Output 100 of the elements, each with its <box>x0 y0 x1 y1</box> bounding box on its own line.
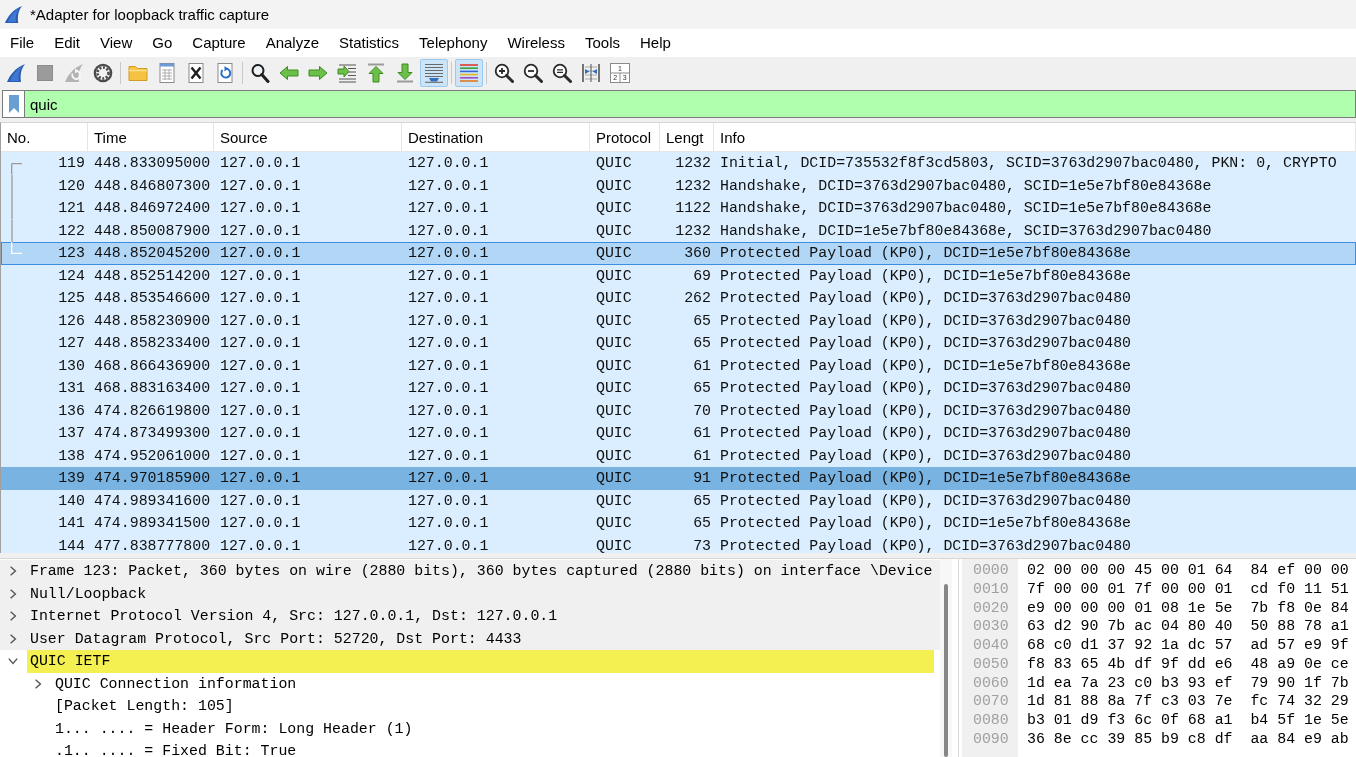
packet-row[interactable]: 138 474.952061000 127.0.0.1 127.0.0.1 QUIC 61 Protected Payload (KP0), DCID=3763d2907bac0480 <box>1 444 1356 467</box>
menu-item[interactable]: View <box>90 31 143 55</box>
packet-row[interactable]: 140 474.989341600 127.0.0.1 127.0.0.1 QUIC 65 Protected Payload (KP0), DCID=3763d2907bac0480 <box>1 489 1356 512</box>
packet-info: Protected Payload (KP0), DCID=1e5e7bf80e84368e <box>720 470 1132 486</box>
source-address: 127.0.0.1 <box>220 222 301 239</box>
packet-row[interactable]: 124 448.852514200 127.0.0.1 127.0.0.1 QUIC 69 Protected Payload (KP0), DCID=1e5e7bf80e84368e <box>1 264 1356 287</box>
source-address: 127.0.0.1 <box>220 267 301 284</box>
chevron-right-icon[interactable] <box>33 678 43 689</box>
bookmark-button[interactable] <box>2 90 24 118</box>
arrow-right-icon <box>308 63 328 83</box>
menu-item[interactable]: Statistics <box>329 31 410 55</box>
hex-bytes[interactable]: 36 8e cc 39 85 b9 c8 df <box>1027 729 1233 749</box>
protocol-name: QUIC <box>596 515 632 531</box>
protocol-name: QUIC <box>596 177 632 194</box>
hex-bytes[interactable]: 68 c0 d1 37 92 1a dc 57 <box>1027 636 1233 655</box>
column-header[interactable]: Lengt <box>660 123 714 151</box>
source-address: 127.0.0.1 <box>220 470 301 486</box>
menu-item[interactable]: Tools <box>574 31 630 55</box>
hex-bytes[interactable]: 02 00 00 00 45 00 01 64 <box>1027 561 1233 580</box>
tree-row[interactable]: .1.. .... = Fixed Bit: True <box>0 740 940 757</box>
tree-row[interactable]: User Datagram Protocol, Src Port: 52720, Dst Port: 4433 <box>0 627 940 650</box>
packet-row[interactable]: 126 448.858230900 127.0.0.1 127.0.0.1 QUIC 65 Protected Payload (KP0), DCID=3763d2907bac0480 <box>1 309 1356 332</box>
packet-row[interactable]: 125 448.853546600 127.0.0.1 127.0.0.1 QUIC 262 Protected Payload (KP0), DCID=3763d2907bac0480 <box>1 287 1356 310</box>
menu-item[interactable]: Telephony <box>409 31 498 55</box>
column-header[interactable]: Source <box>214 123 402 151</box>
chevron-right-icon[interactable] <box>8 611 18 622</box>
packet-row[interactable]: 131 468.883163400 127.0.0.1 127.0.0.1 QUIC 65 Protected Payload (KP0), DCID=3763d2907bac0480 <box>1 377 1356 400</box>
hex-bytes[interactable]: ad 57 e9 9f <box>1250 636 1349 655</box>
column-header[interactable]: Protocol <box>590 123 660 151</box>
timestamp: 448.846972400 <box>94 200 211 216</box>
chevron-right-icon[interactable] <box>8 566 18 577</box>
packet-row[interactable]: 127 448.858233400 127.0.0.1 127.0.0.1 QUIC 65 Protected Payload (KP0), DCID=3763d2907bac0480 <box>1 332 1356 355</box>
striped-lines-icon <box>459 63 479 83</box>
tree-label: Null/Loopback <box>29 584 147 604</box>
hex-bytes[interactable]: fc 74 32 29 <box>1250 692 1349 711</box>
tree-label: 1... .... = Header Form: Long Header (1) <box>54 719 413 739</box>
chevron-right-icon[interactable] <box>8 588 18 599</box>
autoscroll-button[interactable] <box>420 59 448 87</box>
packet-row[interactable]: 136 474.826619800 127.0.0.1 127.0.0.1 QUIC 70 Protected Payload (KP0), DCID=3763d2907bac0480 <box>1 399 1356 422</box>
protocol-name: QUIC <box>596 222 632 239</box>
colorize-button[interactable] <box>455 59 483 87</box>
hex-bytes[interactable]: 84 ef 00 00 <box>1250 561 1349 580</box>
column-header[interactable]: Info <box>714 123 1356 151</box>
hex-bytes[interactable]: b4 5f 1e 5e <box>1250 711 1349 730</box>
menu-item[interactable]: Edit <box>44 31 91 55</box>
arrow-left-icon <box>279 63 299 83</box>
hex-bytes[interactable]: f8 83 65 4b df 9f dd e6 <box>1027 654 1233 674</box>
source-address: 127.0.0.1 <box>220 290 301 306</box>
packet-row[interactable]: 139 474.970185900 127.0.0.1 127.0.0.1 QUIC 91 Protected Payload (KP0), DCID=1e5e7bf80e84368e <box>1 467 1356 490</box>
column-header[interactable]: No. <box>1 123 88 151</box>
destination-address: 127.0.0.1 <box>408 290 489 306</box>
packet-number: 126 <box>58 311 85 331</box>
destination-address: 127.0.0.1 <box>408 537 489 553</box>
packet-row[interactable]: 119 448.833095000 127.0.0.1 127.0.0.1 QUIC 1232 Initial, DCID=735532f8f3cd5803, SCID=3763d2907bac0480, PKN: 0, CRYPTO <box>1 152 1356 175</box>
tree-row[interactable]: QUIC Connection information <box>0 672 940 695</box>
packet-row[interactable]: 141 474.989341500 127.0.0.1 127.0.0.1 QUIC 65 Protected Payload (KP0), DCID=1e5e7bf80e84368e <box>1 512 1356 535</box>
menu-item[interactable]: Capture <box>182 31 256 55</box>
hex-bytes[interactable]: 1d 81 88 8a 7f c3 03 7e <box>1027 692 1233 711</box>
packet-row[interactable]: 123 448.852045200 127.0.0.1 127.0.0.1 QUIC 360 Protected Payload (KP0), DCID=1e5e7bf80e84368e <box>1 242 1356 265</box>
packet-length: 65 <box>693 492 711 509</box>
packet-info: Protected Payload (KP0), DCID=3763d2907bac0480 <box>720 425 1132 441</box>
packet-row[interactable]: 121 448.846972400 127.0.0.1 127.0.0.1 QUIC 1122 Handshake, DCID=3763d2907bac0480, SCID=1e5e7bf80e84368e <box>1 197 1356 220</box>
chevron-right-icon[interactable] <box>8 633 18 644</box>
hex-bytes[interactable]: b3 01 d9 f3 6c 0f 68 a1 <box>1027 711 1233 730</box>
document-grid-icon <box>157 63 177 83</box>
hex-bytes[interactable]: 7f 00 00 01 7f 00 00 01 <box>1027 579 1233 599</box>
hex-bytes[interactable]: cd f0 11 51 <box>1250 579 1349 599</box>
destination-address: 127.0.0.1 <box>408 425 489 441</box>
packet-row[interactable]: 130 468.866436900 127.0.0.1 127.0.0.1 QUIC 61 Protected Payload (KP0), DCID=1e5e7bf80e84368e <box>1 354 1356 377</box>
packet-row[interactable]: 137 474.873499300 127.0.0.1 127.0.0.1 QUIC 61 Protected Payload (KP0), DCID=3763d2907bac0480 <box>1 422 1356 445</box>
packet-info: Initial, DCID=735532f8f3cd5803, SCID=3763d2907bac0480, PKN: 0, CRYPTO <box>720 155 1337 171</box>
arrow-into-lines-icon <box>337 63 357 83</box>
tree-row[interactable]: Internet Protocol Version 4, Src: 127.0.0.1, Dst: 127.0.0.1 <box>0 605 940 628</box>
timestamp: 448.858230900 <box>94 312 211 329</box>
hex-bytes[interactable]: aa 84 e9 ab <box>1250 729 1349 749</box>
menu-item[interactable]: File <box>0 31 45 55</box>
tree-row[interactable]: Null/Loopback <box>0 582 940 605</box>
packet-number: 140 <box>58 491 85 511</box>
timestamp: 474.970185900 <box>94 470 211 486</box>
scrollbar[interactable] <box>940 559 952 757</box>
packet-row[interactable]: 122 448.850087900 127.0.0.1 127.0.0.1 QUIC 1232 Handshake, DCID=1e5e7bf80e84368e, SCID=3763d2907bac0480 <box>1 219 1356 242</box>
tree-row[interactable]: Frame 123: Packet, 360 bytes on wire (2880 bits), 360 bytes captured (2880 bits) on interface \Device <box>0 560 940 583</box>
tree-row[interactable]: [Packet Length: 105] <box>0 695 940 718</box>
menu-item[interactable]: Wireless <box>497 31 575 55</box>
column-header[interactable]: Time <box>88 123 214 151</box>
hex-bytes[interactable]: 1d ea 7a 23 c0 b3 93 ef <box>1027 673 1233 693</box>
menu-item[interactable]: Go <box>142 31 183 55</box>
hex-bytes[interactable]: 50 88 78 a1 <box>1250 617 1349 636</box>
hex-bytes[interactable]: 63 d2 90 7b ac 04 80 40 <box>1027 617 1233 636</box>
column-header[interactable]: Destination <box>402 123 590 151</box>
hex-bytes[interactable]: 7b f8 0e 84 <box>1250 598 1349 618</box>
packet-row[interactable]: 120 448.846807300 127.0.0.1 127.0.0.1 QUIC 1232 Handshake, DCID=3763d2907bac0480, SCID=1e5e7bf80e84368e <box>1 174 1356 197</box>
menu-item[interactable]: Analyze <box>255 31 330 55</box>
hex-bytes[interactable]: 48 a9 0e ce <box>1250 654 1349 674</box>
chevron-down-icon[interactable] <box>8 656 18 667</box>
hex-bytes[interactable]: e9 00 00 00 01 08 1e 5e <box>1027 598 1233 618</box>
hex-bytes[interactable]: 79 90 1f 7b <box>1250 673 1349 693</box>
menu-item[interactable]: Help <box>630 31 681 55</box>
display-filter-input[interactable]: quic <box>24 90 1356 118</box>
tree-row[interactable]: 1... .... = Header Form: Long Header (1) <box>0 717 940 740</box>
